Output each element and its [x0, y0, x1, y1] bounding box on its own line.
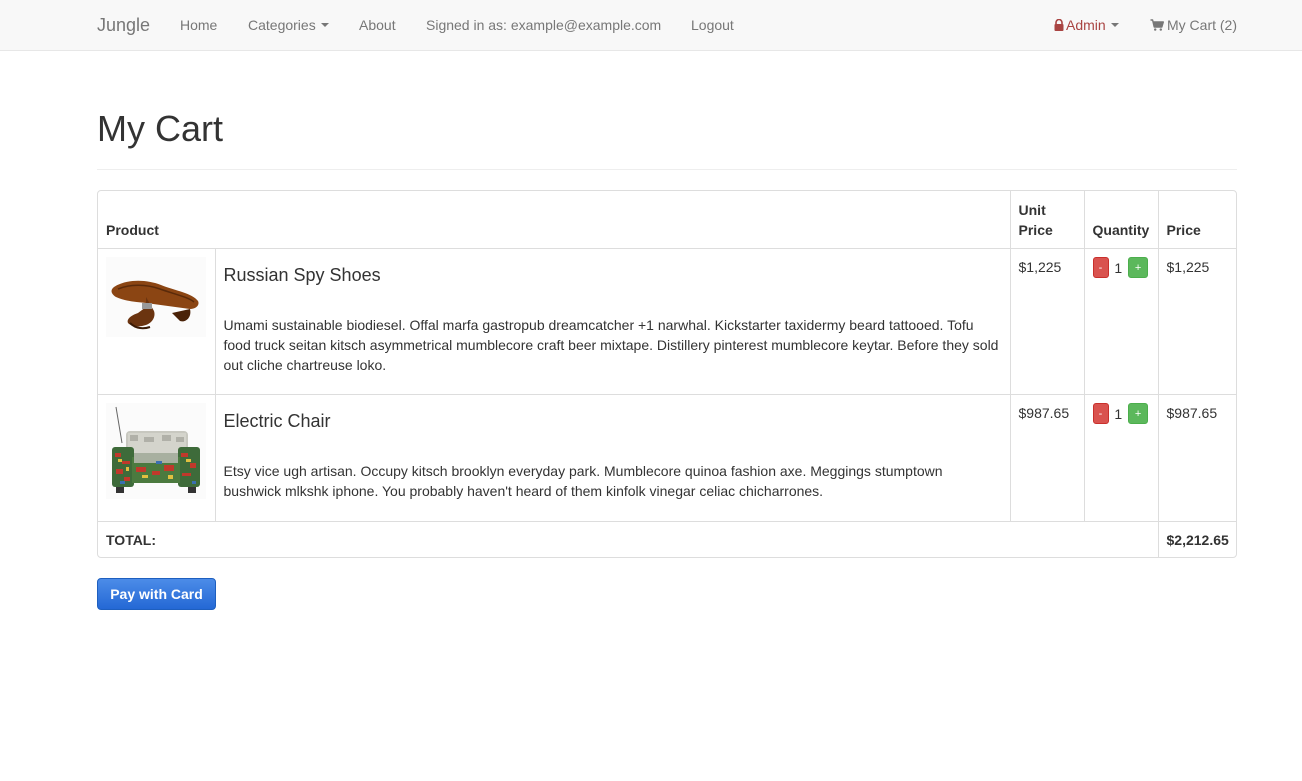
nav-categories-label: Categories [248, 17, 316, 33]
signed-in-text: Signed in as: example@example.com [426, 17, 662, 33]
unit-price-cell: $1,225 [1009, 248, 1085, 394]
quantity-increase-button[interactable]: + [1128, 403, 1149, 425]
lock-icon [1054, 19, 1064, 31]
header-unit-price: Unit Price [1009, 191, 1085, 248]
title-divider [97, 169, 1237, 170]
product-image-cell [98, 394, 215, 521]
chevron-down-icon [320, 23, 329, 28]
header-price: Price [1157, 191, 1236, 248]
product-image-chair[interactable] [106, 402, 206, 499]
table-header-row: Product Unit Price Quantity Price [98, 191, 1236, 248]
product-info-cell: Electric Chair Etsy vice ugh artisan. Oc… [214, 394, 1011, 521]
quantity-cell: - 1 + [1083, 248, 1159, 394]
line-price-cell: $1,225 [1157, 248, 1236, 394]
product-image-shoe[interactable] [106, 256, 206, 337]
quantity-decrease-button[interactable]: - [1092, 403, 1109, 425]
product-description: Umami sustainable biodiesel. Offal marfa… [223, 316, 999, 373]
quantity-value: 1 [1114, 405, 1123, 422]
product-name[interactable]: Russian Spy Shoes [224, 265, 1002, 285]
cart-table-panel: Product Unit Price Quantity Price Russia… [97, 190, 1237, 558]
cart-icon [1150, 19, 1164, 31]
product-info-cell: Russian Spy Shoes Umami sustainable biod… [214, 248, 1011, 394]
header-quantity: Quantity [1083, 191, 1159, 248]
navbar: Jungle Home Categories About Signed in a… [0, 0, 1302, 51]
nav-admin-label: Admin [1066, 17, 1106, 33]
nav-about-link[interactable]: About [359, 0, 396, 50]
quantity-decrease-button[interactable]: - [1092, 257, 1109, 279]
product-name[interactable]: Electric Chair [224, 411, 1002, 431]
quantity-increase-button[interactable]: + [1128, 257, 1149, 279]
nav-cart-label: My Cart (2) [1167, 17, 1237, 33]
nav-cart-link[interactable]: My Cart (2) [1150, 0, 1237, 50]
header-product: Product [106, 221, 159, 238]
line-price-cell: $987.65 [1157, 394, 1236, 521]
product-description: Etsy vice ugh artisan. Occupy kitsch bro… [223, 462, 943, 499]
unit-price-cell: $987.65 [1009, 394, 1085, 521]
table-row: Russian Spy Shoes Umami sustainable biod… [98, 248, 1236, 394]
nav-admin-dropdown[interactable]: Admin [1054, 0, 1119, 50]
cart-table: Product Unit Price Quantity Price Russia… [98, 191, 1236, 557]
total-label: TOTAL: [106, 531, 157, 548]
nav-categories-dropdown[interactable]: Categories [248, 0, 329, 50]
page-title: My Cart [97, 108, 223, 149]
total-row: TOTAL: $2,212.65 [98, 521, 1236, 557]
product-image-cell [98, 248, 215, 394]
nav-logout-link[interactable]: Logout [691, 0, 734, 50]
chevron-down-icon [1110, 23, 1119, 28]
total-value: $2,212.65 [1157, 521, 1236, 557]
quantity-value: 1 [1114, 259, 1123, 276]
brand-link[interactable]: Jungle [97, 0, 150, 50]
table-row: Electric Chair Etsy vice ugh artisan. Oc… [98, 394, 1236, 521]
pay-with-card-button[interactable]: Pay with Card [97, 578, 216, 610]
nav-home-link[interactable]: Home [180, 0, 217, 50]
quantity-cell: - 1 + [1083, 394, 1159, 521]
